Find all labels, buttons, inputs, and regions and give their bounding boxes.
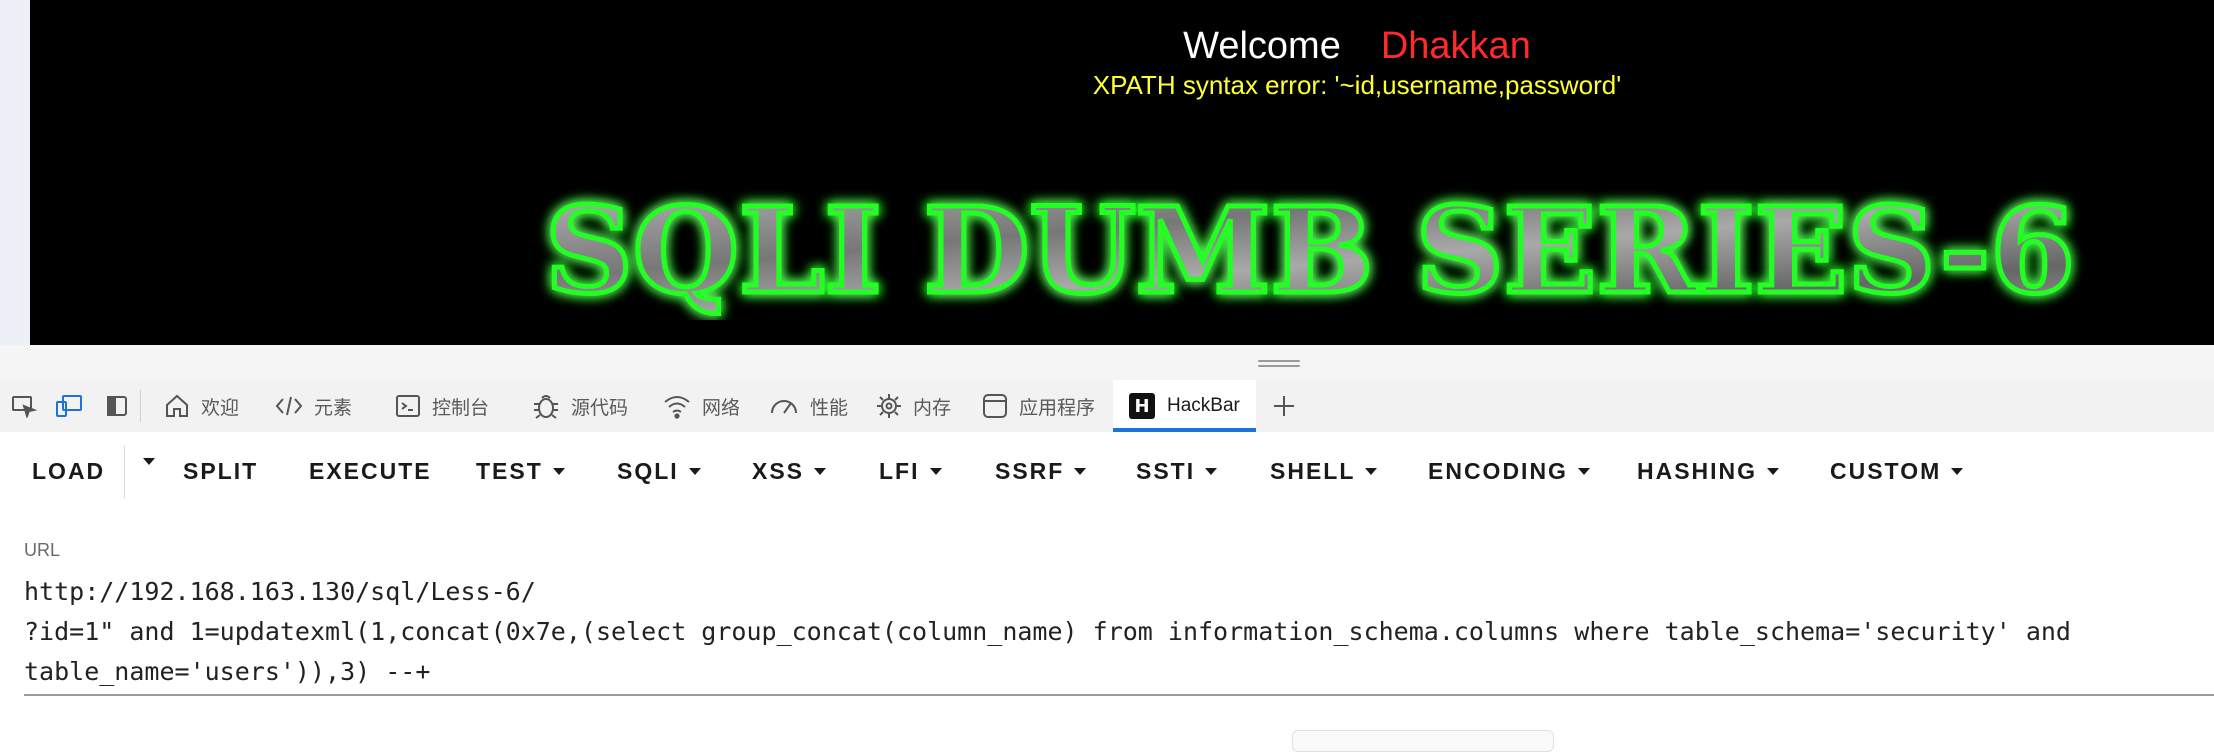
button-label: CUSTOM	[1830, 458, 1942, 484]
button-label: ENCODING	[1428, 458, 1568, 484]
chevron-down-icon	[1365, 468, 1378, 475]
tabbar-divider	[140, 390, 141, 422]
left-gutter	[0, 0, 30, 345]
add-tab-icon[interactable]	[1270, 392, 1298, 425]
tab-label: 网络	[702, 397, 741, 419]
chevron-down-icon	[1074, 468, 1087, 475]
chip-icon	[877, 394, 901, 418]
chevron-down-icon	[552, 468, 565, 475]
tab-performance[interactable]: 性能	[768, 380, 848, 432]
chevron-down-icon	[814, 468, 827, 475]
splitter-grip-icon[interactable]	[1258, 360, 1300, 370]
dock-side-icon[interactable]	[103, 392, 131, 420]
url-textarea[interactable]: http://192.168.163.130/sql/Less-6/ ?id=1"…	[24, 572, 2214, 696]
shell-menu-button[interactable]: SHELL	[1270, 458, 1378, 485]
tab-label: 源代码	[571, 397, 629, 419]
code-icon	[275, 396, 303, 416]
hackbar-toolbar: LOAD SPLIT EXECUTE TEST SQLI XSS LFI SSR…	[0, 432, 2214, 512]
banner-text: SQLI DUMB SERIES-6	[545, 181, 2075, 320]
url-line: http://192.168.163.130/sql/Less-6/	[24, 577, 536, 606]
sqli-menu-button[interactable]: SQLI	[617, 458, 701, 485]
button-label: SHELL	[1270, 458, 1356, 484]
hackbar-logo-icon: H	[1129, 393, 1155, 419]
sqli-dumb-series-banner: SQLI DUMB SERIES-6	[543, 180, 2078, 320]
chevron-down-icon	[688, 468, 701, 475]
split-button[interactable]: SPLIT	[183, 458, 258, 485]
lfi-menu-button[interactable]: LFI	[879, 458, 942, 485]
tab-sources[interactable]: 源代码	[531, 380, 628, 432]
button-label: SSRF	[995, 458, 1065, 484]
tab-label: 控制台	[432, 397, 490, 419]
bug-icon	[534, 395, 558, 419]
device-emulation-icon[interactable]	[55, 392, 83, 420]
sqli-page: Welcome Dhakkan XPATH syntax error: '~id,…	[30, 0, 2214, 345]
test-menu-button[interactable]: TEST	[476, 458, 565, 485]
tab-label: 内存	[913, 397, 952, 419]
user-name: Dhakkan	[1380, 25, 1531, 67]
tab-memory[interactable]: 内存	[875, 380, 951, 432]
gauge-icon	[771, 400, 797, 414]
console-icon	[396, 395, 420, 417]
button-label: EXECUTE	[309, 458, 432, 484]
devtools-tabbar: 欢迎 元素 控制台 源代码 网络 性能 内存 应用程序 H HackBar	[0, 380, 2214, 433]
button-label: HASHING	[1637, 458, 1758, 484]
chevron-down-icon	[1577, 468, 1590, 475]
button-label: XSS	[752, 458, 805, 484]
tab-welcome[interactable]: 欢迎	[163, 380, 239, 432]
url-line: table_name='users')),3) --+	[24, 657, 431, 686]
chevron-down-icon	[1767, 468, 1780, 475]
hackbar-bottom-area	[0, 720, 2214, 741]
chevron-down-icon	[1205, 468, 1218, 475]
chevron-down-icon	[1951, 468, 1964, 475]
tab-label: 应用程序	[1019, 397, 1096, 419]
ssrf-menu-button[interactable]: SSRF	[995, 458, 1087, 485]
button-label: TEST	[476, 458, 543, 484]
welcome-text: Welcome	[1183, 25, 1341, 67]
panel-splitter[interactable]	[0, 345, 2214, 380]
tab-label: 元素	[314, 397, 353, 419]
hashing-menu-button[interactable]: HASHING	[1637, 458, 1780, 485]
load-dropdown-button[interactable]	[133, 458, 155, 465]
button-label: SQLI	[617, 458, 679, 484]
tab-network[interactable]: 网络	[662, 380, 740, 432]
url-line: ?id=1" and 1=updatexml(1,concat(0x7e,(se…	[24, 617, 2071, 646]
home-icon	[166, 394, 188, 417]
wifi-icon	[664, 396, 690, 419]
chevron-down-icon	[929, 468, 942, 475]
partial-input-box[interactable]	[1292, 730, 1554, 752]
ssti-menu-button[interactable]: SSTI	[1136, 458, 1218, 485]
tab-label: 性能	[810, 397, 849, 419]
load-button[interactable]: LOAD	[32, 458, 105, 485]
tab-label: HackBar	[1167, 395, 1240, 416]
tab-elements[interactable]: 元素	[274, 380, 352, 432]
button-label: SSTI	[1136, 458, 1196, 484]
chevron-down-icon	[143, 458, 155, 465]
tab-hackbar[interactable]: H HackBar	[1113, 380, 1256, 432]
load-divider	[124, 446, 125, 498]
custom-menu-button[interactable]: CUSTOM	[1830, 458, 1964, 485]
tab-label: 欢迎	[201, 397, 240, 419]
xss-menu-button[interactable]: XSS	[752, 458, 827, 485]
button-label: LFI	[879, 458, 920, 484]
app-icon	[983, 394, 1007, 418]
xpath-error-message: XPATH syntax error: '~id,username,passwo…	[1092, 70, 1622, 100]
button-label: LOAD	[32, 458, 106, 484]
welcome-line: Welcome Dhakkan	[30, 22, 2214, 70]
execute-button[interactable]: EXECUTE	[309, 458, 432, 485]
inspect-element-icon[interactable]	[10, 392, 38, 420]
button-label: SPLIT	[183, 458, 259, 484]
url-label: URL	[24, 540, 61, 560]
tab-application[interactable]: 应用程序	[981, 380, 1095, 432]
encoding-menu-button[interactable]: ENCODING	[1428, 458, 1590, 485]
tab-console[interactable]: 控制台	[394, 380, 489, 432]
